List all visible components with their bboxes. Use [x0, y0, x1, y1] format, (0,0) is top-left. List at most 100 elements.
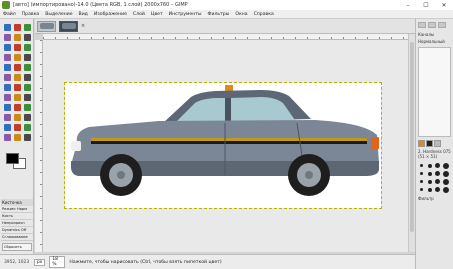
tool-color-select-icon[interactable] — [13, 63, 22, 72]
menu-windows[interactable]: Окна — [232, 12, 250, 17]
vertical-ruler[interactable] — [35, 40, 43, 252]
tool-move-icon[interactable] — [3, 23, 12, 32]
tool-foreground-select-icon[interactable] — [3, 73, 12, 82]
brush-preset[interactable] — [434, 186, 441, 193]
tool-perspective-icon[interactable] — [3, 43, 12, 52]
zoom-select[interactable]: 18 % — [49, 256, 66, 268]
image-tab-1[interactable] — [37, 20, 56, 32]
image-tab-2[interactable] — [59, 20, 78, 32]
menu-tools[interactable]: Инструменты — [166, 12, 205, 17]
brush-name: 2. Hardness 075 (51 × 51) — [418, 149, 451, 159]
tool-gradient-icon[interactable] — [13, 93, 22, 102]
tool-fuzzy-select-icon[interactable] — [3, 63, 12, 72]
dock-tab-paths[interactable] — [438, 22, 446, 28]
image-canvas[interactable] — [64, 82, 382, 209]
brush-preset[interactable] — [434, 170, 441, 177]
tool-rect-select-icon[interactable] — [3, 53, 12, 62]
brush-preset[interactable] — [442, 178, 449, 185]
brush-preset[interactable] — [442, 162, 449, 169]
brush-preset[interactable] — [418, 170, 425, 177]
tool-flip-icon[interactable] — [13, 43, 22, 52]
tool-mypaint-icon[interactable] — [13, 113, 22, 122]
menu-select[interactable]: Выделение — [42, 12, 75, 17]
tool-shear-icon[interactable] — [23, 33, 32, 42]
tool-smudge-icon[interactable] — [3, 133, 12, 142]
menu-help[interactable]: Справка — [251, 12, 277, 17]
cage-glyph — [24, 44, 31, 51]
tab-close-icon[interactable]: × — [81, 23, 85, 29]
opacity-slider[interactable]: Непрозрачн — [1, 220, 33, 227]
tool-color-picker-icon[interactable] — [23, 73, 32, 82]
dodge-burn-glyph — [14, 134, 21, 141]
menu-filters[interactable]: Фильтры — [205, 12, 233, 17]
tool-cage-icon[interactable] — [23, 43, 32, 52]
tool-eraser-icon[interactable] — [13, 103, 22, 112]
tool-clone-icon[interactable] — [23, 113, 32, 122]
tool-paths-icon[interactable] — [13, 73, 22, 82]
brush-tab-pattern[interactable] — [434, 140, 441, 147]
pointer-coordinates: 3952, 1023 — [4, 259, 30, 265]
brush-filter-field[interactable]: Фильтр — [416, 195, 453, 202]
dock-tab-channels[interactable] — [428, 22, 436, 28]
menu-file[interactable]: Файл — [0, 12, 19, 17]
layers-list[interactable] — [418, 47, 451, 137]
tool-ellipse-select-icon[interactable] — [13, 53, 22, 62]
dock-tab-layers[interactable] — [418, 22, 426, 28]
tool-paintbrush-icon[interactable] — [3, 103, 12, 112]
brush-preset[interactable] — [426, 162, 433, 169]
brush-select[interactable]: Кисть — [1, 213, 33, 220]
tool-crop-icon[interactable] — [23, 23, 32, 32]
tool-blur-icon[interactable] — [23, 123, 32, 132]
layer-mode-select[interactable]: Нормальный — [416, 38, 453, 45]
tool-warp-icon[interactable] — [23, 133, 32, 142]
tool-heal-icon[interactable] — [3, 123, 12, 132]
menu-layer[interactable]: Слой — [130, 12, 148, 17]
tool-ink-icon[interactable] — [3, 113, 12, 122]
units-select[interactable]: px — [34, 258, 46, 266]
menu-colors[interactable]: Цвет — [148, 12, 166, 17]
brush-preset[interactable] — [426, 186, 433, 193]
tool-perspective-clone-icon[interactable] — [13, 123, 22, 132]
menu-view[interactable]: Вид — [76, 12, 91, 17]
maximize-button[interactable]: ☐ — [417, 0, 435, 10]
status-bar: 3952, 1023 px 18 % Нажмите, чтобы нарисо… — [0, 254, 415, 269]
canvas-area[interactable] — [43, 40, 408, 252]
tool-dodge-burn-icon[interactable] — [13, 133, 22, 142]
brush-preset[interactable] — [442, 186, 449, 193]
menu-image[interactable]: Изображение — [91, 12, 130, 17]
tool-align-icon[interactable] — [13, 23, 22, 32]
brush-tab-dark[interactable] — [426, 140, 433, 147]
bucket-fill-glyph — [4, 94, 11, 101]
tool-scale-icon[interactable] — [13, 33, 22, 42]
mode-select[interactable]: Режим: Норм — [1, 206, 33, 213]
brush-preset[interactable] — [418, 178, 425, 185]
brush-preset[interactable] — [442, 170, 449, 177]
tool-measure-icon[interactable] — [13, 83, 22, 92]
tool-pencil-icon[interactable] — [23, 93, 32, 102]
brush-preset[interactable] — [418, 162, 425, 169]
vertical-scrollbar[interactable] — [408, 34, 415, 252]
brush-shape — [442, 162, 449, 169]
tool-text-icon[interactable] — [23, 83, 32, 92]
smoothing-checkbox[interactable]: Сглаживание — [1, 234, 33, 241]
dynamics-select[interactable]: Dynamics Off — [1, 227, 33, 234]
brush-preset[interactable] — [434, 162, 441, 169]
tool-rotate-icon[interactable] — [3, 33, 12, 42]
brush-preset[interactable] — [418, 186, 425, 193]
tool-zoom-icon[interactable] — [3, 83, 12, 92]
tool-free-select-icon[interactable] — [23, 53, 32, 62]
brush-tab-color[interactable] — [418, 140, 425, 147]
close-window-button[interactable]: ✕ — [435, 0, 453, 10]
brush-preset[interactable] — [426, 178, 433, 185]
fg-bg-colors[interactable] — [4, 152, 30, 170]
scrollbar-thumb[interactable] — [410, 42, 414, 232]
brush-preset[interactable] — [434, 178, 441, 185]
tool-scissors-icon[interactable] — [23, 63, 32, 72]
tool-airbrush-icon[interactable] — [23, 103, 32, 112]
tool-bucket-fill-icon[interactable] — [3, 93, 12, 102]
menu-edit[interactable]: Правка — [19, 12, 42, 17]
foreground-color-swatch[interactable] — [6, 153, 19, 164]
reset-options-button[interactable]: Сбросить — [2, 243, 32, 251]
brush-preset[interactable] — [426, 170, 433, 177]
minimize-button[interactable]: – — [399, 0, 417, 10]
